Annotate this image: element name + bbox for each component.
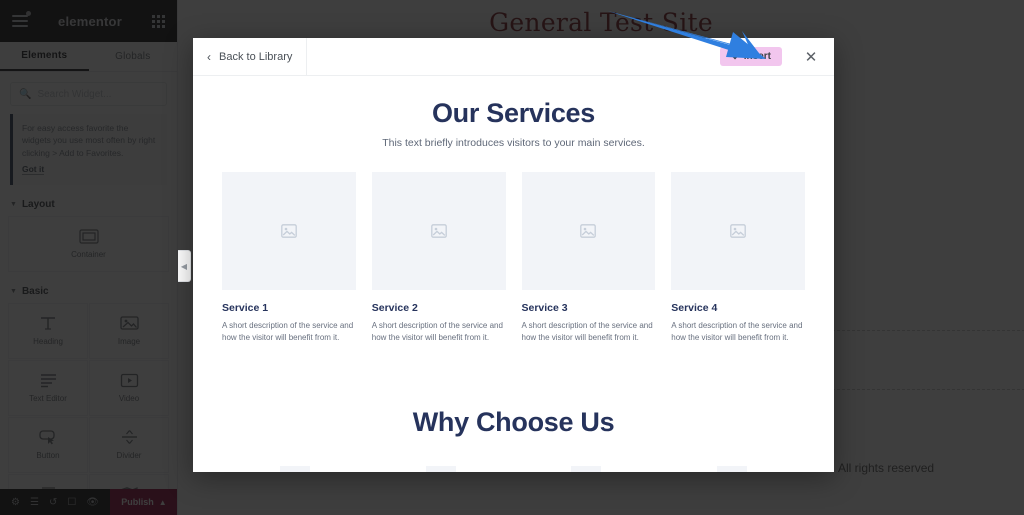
screen-root: General Test Site All rights reserved el… bbox=[0, 0, 1024, 515]
template-preview-body[interactable]: Our Services This text briefly introduce… bbox=[193, 76, 834, 472]
service-image-placeholder bbox=[521, 172, 656, 290]
chevron-left-icon: ‹ bbox=[207, 49, 211, 64]
image-placeholder-icon bbox=[580, 224, 597, 238]
close-icon[interactable]: ✕ bbox=[794, 48, 828, 66]
shapes-placeholder-icon bbox=[717, 465, 748, 472]
service-title: Service 1 bbox=[222, 302, 269, 314]
image-placeholder-icon bbox=[730, 224, 746, 238]
chevron-left-icon: ◀ bbox=[180, 261, 188, 271]
why-icon-item bbox=[514, 465, 660, 472]
insert-button[interactable]: ⬇ Insert bbox=[720, 47, 782, 66]
image-placeholder-icon bbox=[281, 224, 297, 238]
why-icon-item bbox=[659, 465, 805, 472]
image-placeholder-icon bbox=[430, 224, 447, 238]
services-heading: Our Services bbox=[431, 98, 595, 128]
service-card: Service 1 A short description of the ser… bbox=[222, 172, 356, 345]
panel-collapse-handle[interactable]: ◀ bbox=[178, 250, 191, 282]
service-card: Service 2 A short description of the ser… bbox=[371, 172, 506, 345]
service-title: Service 2 bbox=[371, 302, 418, 314]
shapes-placeholder-icon bbox=[571, 465, 602, 472]
download-icon: ⬇ bbox=[731, 51, 739, 61]
service-card: Service 3 A short description of the ser… bbox=[521, 172, 656, 345]
template-preview-modal: ‹ Back to Library ⬇ Insert ✕ Our Service… bbox=[193, 38, 834, 472]
service-image-placeholder bbox=[671, 172, 805, 290]
insert-label: Insert bbox=[743, 51, 771, 62]
why-icon-item bbox=[368, 465, 514, 472]
service-description: A short description of the service and h… bbox=[371, 321, 503, 343]
back-to-library-button[interactable]: ‹ Back to Library bbox=[193, 38, 308, 76]
services-subtitle: This text briefly introduces visitors to… bbox=[382, 137, 645, 149]
service-title: Service 3 bbox=[521, 302, 568, 314]
service-description: A short description of the service and h… bbox=[671, 321, 803, 343]
service-title: Service 4 bbox=[671, 302, 718, 314]
shapes-placeholder-icon bbox=[279, 465, 310, 472]
service-description: A short description of the service and h… bbox=[222, 321, 354, 343]
why-choose-us-heading: Why Choose Us bbox=[412, 406, 615, 437]
back-to-library-label: Back to Library bbox=[219, 50, 293, 63]
service-card: Service 4 A short description of the ser… bbox=[671, 172, 805, 345]
service-image-placeholder bbox=[371, 172, 506, 290]
service-description: A short description of the service and h… bbox=[521, 321, 653, 343]
modal-header: ‹ Back to Library ⬇ Insert ✕ bbox=[193, 38, 834, 76]
shapes-placeholder-icon bbox=[425, 465, 456, 472]
why-icon-item bbox=[222, 465, 368, 472]
service-image-placeholder bbox=[222, 172, 356, 290]
why-choose-us-icons bbox=[193, 465, 834, 472]
services-row: Service 1 A short description of the ser… bbox=[193, 172, 834, 345]
